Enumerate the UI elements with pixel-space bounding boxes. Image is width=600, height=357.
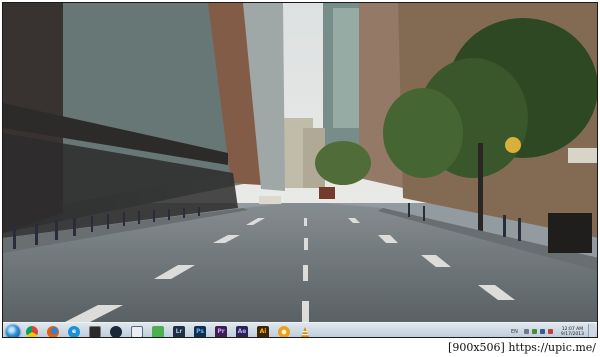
network-icon[interactable]	[531, 329, 537, 334]
taskbar: e Lr Ps Pr Ae Ai EN 12:07 AM 9/17/2013	[3, 322, 597, 338]
show-desktop-button[interactable]	[588, 324, 595, 337]
photoshop-glyph: Ps	[196, 327, 204, 335]
system-tray: EN 12:07 AM 9/17/2013	[511, 323, 595, 337]
internet-explorer-glyph: e	[71, 327, 77, 335]
app-icon-dark[interactable]	[89, 325, 101, 337]
premiere-glyph: Pr	[217, 327, 225, 335]
window-app-icon[interactable]	[131, 325, 143, 337]
after-effects-icon[interactable]: Ae	[236, 325, 248, 337]
desktop-screen: e Lr Ps Pr Ae Ai EN 12:07 AM 9/17/2013	[2, 2, 598, 338]
internet-explorer-icon[interactable]: e	[68, 325, 80, 337]
tray-arrow-icon[interactable]	[523, 329, 529, 334]
flag-icon[interactable]	[547, 329, 553, 334]
language-indicator[interactable]: EN	[511, 329, 518, 335]
illustrator-icon[interactable]: Ai	[257, 325, 269, 337]
vlc-icon[interactable]	[299, 326, 311, 338]
windows-orb-icon[interactable]	[6, 324, 20, 337]
green-app-icon[interactable]	[152, 325, 164, 337]
chrome-icon[interactable]	[26, 325, 38, 337]
after-effects-glyph: Ae	[237, 327, 247, 335]
wallpaper	[3, 3, 597, 323]
clock[interactable]: 12:07 AM 9/17/2013	[561, 327, 584, 337]
lightroom-icon[interactable]: Lr	[173, 325, 185, 337]
lightroom-glyph: Lr	[175, 327, 183, 335]
photoshop-icon[interactable]: Ps	[194, 325, 206, 337]
premiere-icon[interactable]: Pr	[215, 325, 227, 337]
watermark: [900x506] https://upic.me/	[448, 341, 596, 354]
app-icon-round-orange[interactable]	[278, 325, 290, 337]
firefox-icon[interactable]	[47, 325, 59, 337]
clock-date: 9/17/2013	[560, 331, 584, 337]
pinned-apps: e Lr Ps Pr Ae Ai	[26, 325, 320, 338]
steam-icon[interactable]	[110, 325, 122, 337]
volume-icon[interactable]	[539, 329, 545, 334]
illustrator-glyph: Ai	[259, 327, 267, 335]
vlc-cone-icon	[301, 326, 309, 337]
